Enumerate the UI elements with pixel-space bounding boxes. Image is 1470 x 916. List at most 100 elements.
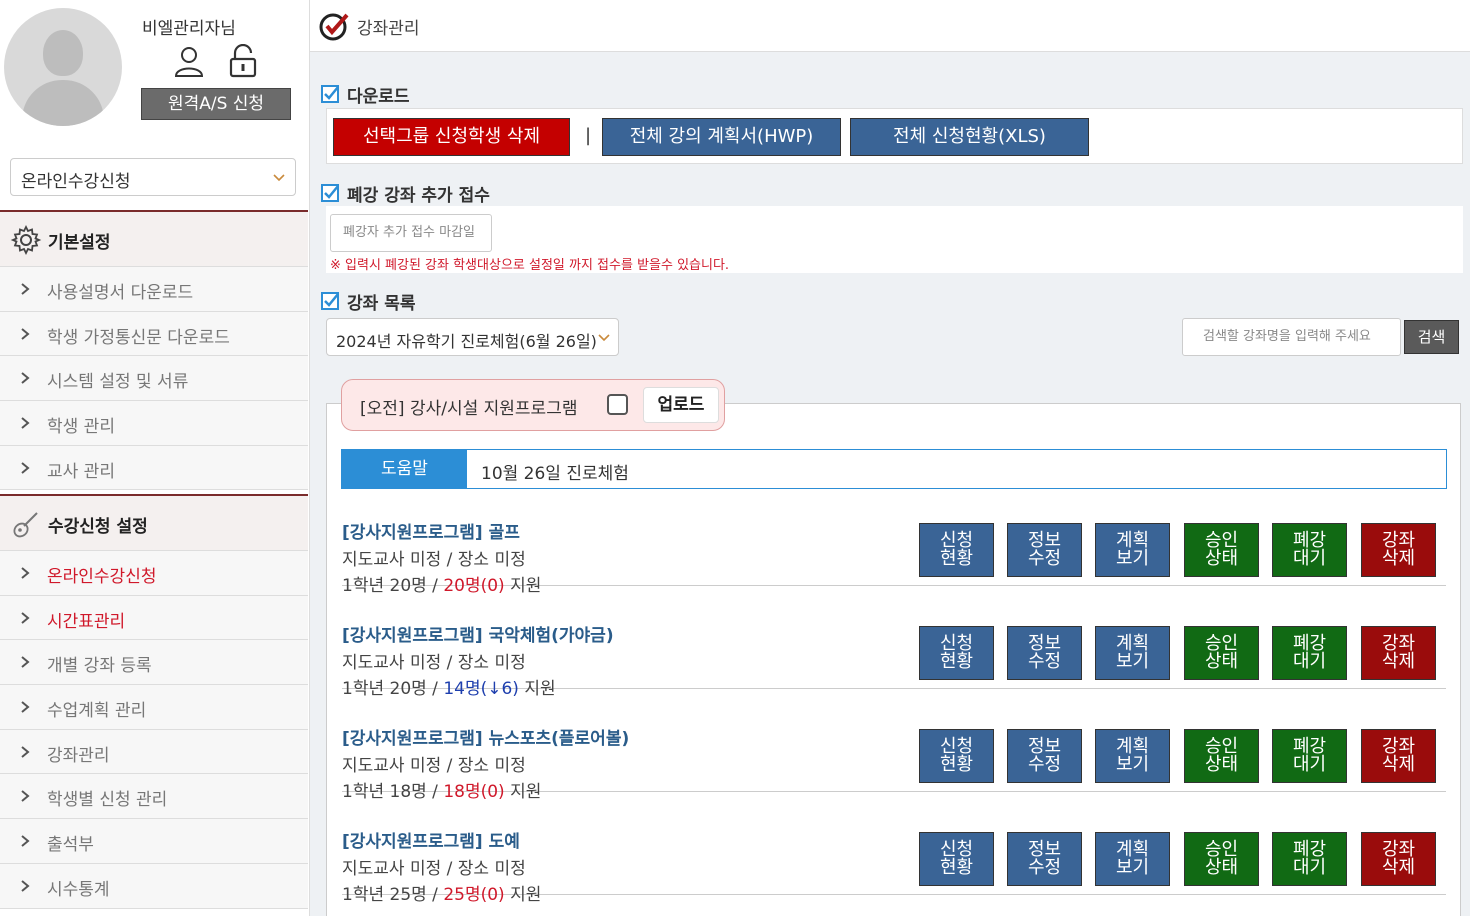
sidebar-item-letter-download[interactable]: 학생 가정통신문 다운로드 [0,311,308,357]
search-button[interactable]: 검색 [1404,320,1459,354]
check-circle-icon [319,13,349,41]
edit-info-button[interactable]: 정보 수정 [1007,626,1082,680]
closed-deadline-input[interactable]: 폐강자 추가 접수 마감일 [330,214,492,252]
course-row: [강사지원프로그램] 국악체험(가야금) 지도교사 미정 / 장소 미정 1학년 2… [342,609,1446,699]
admin-name: 비엘관리자님 [142,19,236,39]
chevron-right-icon [21,372,30,385]
chevron-right-icon [21,790,30,803]
edit-info-button[interactable]: 정보 수정 [1007,523,1082,577]
guitar-icon [13,512,38,538]
sidebar-item-label: 교사 관리 [47,461,115,482]
program-select[interactable]: 온라인수강신청 [10,158,296,196]
download-all-plans-button[interactable]: 전체 강의 계획서(HWP) [602,118,841,156]
term-select-value: 2024년 자유학기 진로체험(6월 26일) [336,332,597,351]
course-title[interactable]: [강사지원프로그램] 뉴스포츠(플로어볼) [342,724,629,749]
status-button[interactable]: 신청 현황 [919,626,994,680]
course-applied-count: 25명(0) [443,885,505,905]
help-row: 도움말 10월 26일 진로체험 [341,449,1447,489]
user-icon[interactable] [172,44,206,78]
course-enrollment: 1학년 18명 / 18명(0) 지원 [342,777,541,802]
main-content: 강좌관리 다운로드 선택그룹 신청학생 삭제 | 전체 강의 계획서(HWP) … [310,0,1470,916]
sidebar-item-label: 시수통계 [47,879,110,900]
sidebar-item-label: 학생별 신청 관리 [47,790,168,811]
course-suffix: 지원 [518,679,556,699]
sidebar-item-attendance[interactable]: 출석부 [0,819,308,864]
course-suffix: 지원 [504,885,542,905]
sidebar-item-label: 수업계획 관리 [47,701,147,722]
remote-as-button[interactable]: 원격A/S 신청 [141,88,291,120]
edit-info-button[interactable]: 정보 수정 [1007,729,1082,783]
download-application-status-button[interactable]: 전체 신청현황(XLS) [850,118,1089,156]
course-slash: / [426,679,444,699]
course-title[interactable]: [강사지원프로그램] 도예 [342,827,520,852]
sidebar-item-teachers[interactable]: 교사 관리 [0,445,308,491]
view-plan-button[interactable]: 계획 보기 [1095,523,1170,577]
upload-button[interactable]: 업로드 [643,387,719,423]
term-select[interactable]: 2024년 자유학기 진로체험(6월 26일) [326,318,619,356]
course-enrollment: 1학년 25명 / 25명(0) 지원 [342,880,541,905]
approval-button[interactable]: 승인 상태 [1184,729,1259,783]
course-capacity: 1학년 25명 [342,885,427,905]
sidebar-item-label: 학생 관리 [47,417,115,438]
sidebar-item-label: 시간표관리 [47,611,126,632]
delete-course-button[interactable]: 강좌 삭제 [1361,626,1436,680]
course-capacity: 1학년 18명 [342,782,427,802]
program-tab[interactable]: [오전] 강사/시설 지원프로그램 업로드 [341,379,725,431]
sidebar-item-timetable[interactable]: 시간표관리 [0,595,308,641]
menu-group-basic: 기본설정 사용설명서 다운로드 학생 가정통신문 다운로드 시스템 설정 및 서… [0,210,308,491]
course-info: 지도교사 미정 / 장소 미정 [342,550,526,570]
approval-button[interactable]: 승인 상태 [1184,626,1259,680]
unlock-icon[interactable] [226,44,260,78]
program-checkbox[interactable] [607,394,628,415]
menu-head-registration[interactable]: 수강신청 설정 [0,494,308,551]
section-course-list-title: 강좌 목록 [321,290,415,314]
page-header: 강좌관리 [310,0,1470,52]
section-title-text: 폐강 강좌 추가 접수 [347,185,490,206]
course-title[interactable]: [강사지원프로그램] 국악체험(가야금) [342,621,614,646]
status-button[interactable]: 신청 현황 [919,832,994,886]
sidebar-item-hours-stats[interactable]: 시수통계 [0,863,308,909]
closing-wait-button[interactable]: 폐강 대기 [1272,832,1347,886]
chevron-right-icon [21,283,30,295]
status-button[interactable]: 신청 현황 [919,729,994,783]
sidebar-item-student-applications[interactable]: 학생별 신청 관리 [0,774,308,820]
help-text: 10월 26일 진로체험 [481,464,629,484]
closing-wait-button[interactable]: 폐강 대기 [1272,729,1347,783]
page-title: 강좌관리 [357,19,420,39]
section-closed-title: 폐강 강좌 추가 접수 [321,182,490,206]
approval-button[interactable]: 승인 상태 [1184,832,1259,886]
sidebar-item-course-register[interactable]: 개별 강좌 등록 [0,640,308,686]
view-plan-button[interactable]: 계획 보기 [1095,832,1170,886]
delete-course-button[interactable]: 강좌 삭제 [1361,729,1436,783]
delete-group-applicants-button[interactable]: 선택그룹 신청학생 삭제 [333,118,570,156]
closing-wait-button[interactable]: 폐강 대기 [1272,626,1347,680]
course-suffix: 지원 [504,782,542,802]
sidebar-item-label: 사용설명서 다운로드 [47,283,194,303]
course-search-input[interactable]: 검색할 강좌명을 입력해 주세요 [1182,318,1401,356]
menu-head-basic[interactable]: 기본설정 [0,210,308,267]
view-plan-button[interactable]: 계획 보기 [1095,729,1170,783]
sidebar-item-system-settings[interactable]: 시스템 설정 및 서류 [0,356,308,402]
edit-info-button[interactable]: 정보 수정 [1007,832,1082,886]
delete-course-button[interactable]: 강좌 삭제 [1361,832,1436,886]
sidebar-item-lesson-plan[interactable]: 수업계획 관리 [0,685,308,730]
course-slash: / [426,576,444,596]
sidebar-item-course-management[interactable]: 강좌관리 [0,729,308,775]
chevron-down-icon [273,174,285,182]
status-button[interactable]: 신청 현황 [919,523,994,577]
delete-course-button[interactable]: 강좌 삭제 [1361,523,1436,577]
sidebar-item-students[interactable]: 학생 관리 [0,401,308,446]
course-title[interactable]: [강사지원프로그램] 골프 [342,518,520,543]
approval-button[interactable]: 승인 상태 [1184,523,1259,577]
closing-wait-button[interactable]: 폐강 대기 [1272,523,1347,577]
chevron-right-icon [21,701,30,713]
course-suffix: 지원 [504,576,542,596]
closed-panel: 폐강자 추가 접수 마감일 ※ 입력시 폐강된 강좌 학생대상으로 설정일 까지… [326,206,1463,273]
checkbox-checked-icon [321,85,339,103]
view-plan-button[interactable]: 계획 보기 [1095,626,1170,680]
sidebar-item-online-registration[interactable]: 온라인수강신청 [0,551,308,596]
sidebar-item-manual-download[interactable]: 사용설명서 다운로드 [0,267,308,312]
gear-icon [10,224,42,256]
sidebar-item-label: 개별 강좌 등록 [47,656,152,677]
profile-panel: 비엘관리자님 원격A/S 신청 [0,0,309,145]
